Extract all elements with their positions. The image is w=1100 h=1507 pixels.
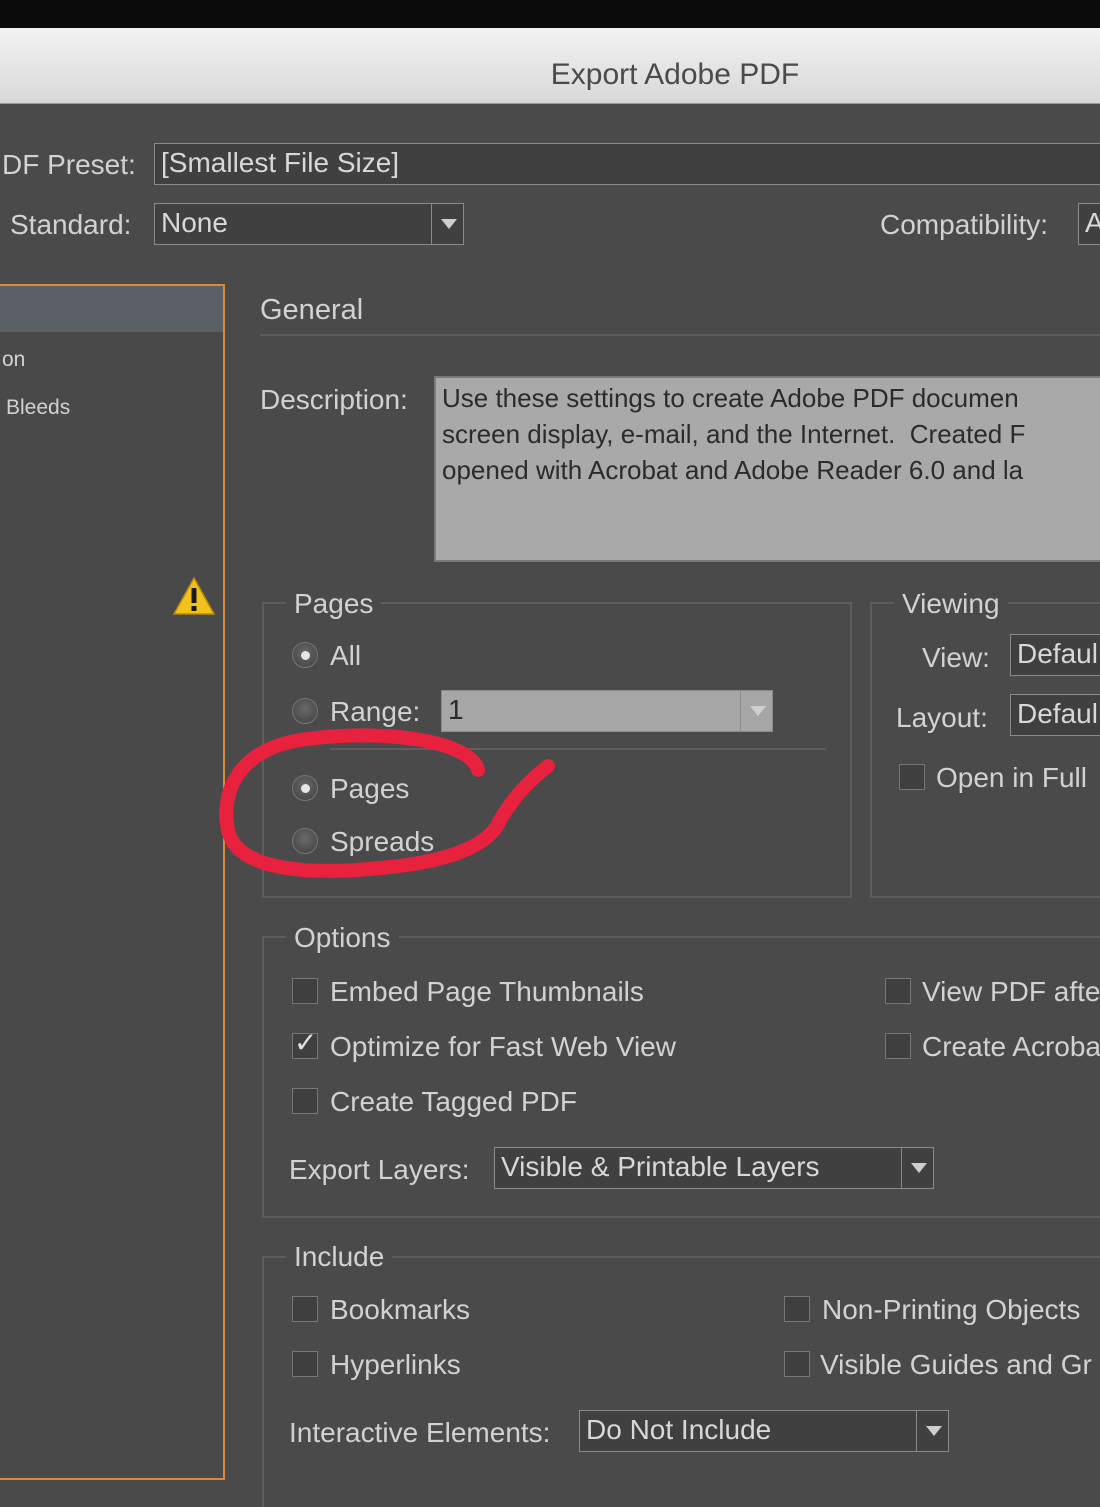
export-layers-value: Visible & Printable Layers [501, 1151, 820, 1182]
layout-value: Defaul [1017, 698, 1098, 729]
non-printing-label: Non-Printing Objects [822, 1294, 1081, 1325]
interactive-elements-dropdown[interactable]: Do Not Include [579, 1410, 949, 1452]
radio-range-label: Range: [330, 696, 421, 727]
hyperlinks-checkbox[interactable] [292, 1351, 318, 1377]
chevron-down-icon [740, 691, 772, 731]
section-title: General [260, 294, 364, 326]
tagged-pdf-checkbox[interactable] [292, 1088, 318, 1114]
range-value: 1 [448, 694, 464, 725]
compatibility-value: A [1085, 207, 1100, 238]
radio-pages-label: Pages [330, 773, 410, 804]
sidebar-item-general-selected[interactable] [0, 286, 223, 332]
pages-divider [330, 748, 826, 750]
window-title: Export Adobe PDF [550, 58, 800, 91]
standard-value: None [161, 207, 228, 238]
preset-dropdown[interactable]: [Smallest File Size] [154, 143, 1100, 185]
radio-all-label: All [330, 640, 362, 671]
description-label: Description: [260, 384, 408, 415]
hyperlinks-label: Hyperlinks [330, 1349, 461, 1380]
view-label: View: [922, 642, 990, 673]
range-input[interactable]: 1 [441, 690, 773, 732]
interactive-elements-value: Do Not Include [586, 1414, 772, 1445]
standard-dropdown[interactable]: None [154, 203, 464, 245]
bookmarks-label: Bookmarks [330, 1294, 471, 1325]
pages-group-title: Pages [286, 588, 382, 620]
interactive-elements-label: Interactive Elements: [289, 1417, 551, 1448]
export-pdf-dialog: Export Adobe PDF DF Preset: [Smallest Fi… [0, 28, 1100, 1507]
chevron-down-icon [916, 1411, 948, 1451]
radio-spreads-label: Spreads [330, 826, 435, 856]
sidebar-item-marks-bleeds[interactable]: Bleeds [6, 396, 70, 420]
warning-icon [172, 576, 216, 615]
optimize-web-checkbox[interactable] [292, 1026, 318, 1059]
viewing-group-title: Viewing [894, 588, 1008, 620]
non-printing-checkbox[interactable] [784, 1296, 810, 1322]
view-value: Defaul [1017, 638, 1098, 669]
visible-guides-checkbox[interactable] [784, 1351, 810, 1377]
embed-thumbnails-label: Embed Page Thumbnails [330, 976, 644, 1007]
tagged-pdf-label: Create Tagged PDF [330, 1086, 577, 1117]
radio-range[interactable] [292, 698, 318, 724]
preset-label: DF Preset: [2, 149, 136, 180]
title-bar: Export Adobe PDF [0, 28, 1100, 104]
embed-thumbnails-checkbox[interactable] [292, 978, 318, 1004]
chevron-down-icon [901, 1148, 933, 1188]
compatibility-dropdown[interactable]: A [1078, 203, 1100, 245]
layout-label: Layout: [896, 702, 988, 733]
export-layers-dropdown[interactable]: Visible & Printable Layers [494, 1147, 934, 1189]
open-full-label: Open in Full [936, 762, 1087, 793]
bookmarks-checkbox[interactable] [292, 1296, 318, 1322]
view-dropdown[interactable]: Defaul [1010, 634, 1100, 676]
view-pdf-after-checkbox[interactable] [885, 978, 911, 1004]
options-group-title: Options [286, 922, 399, 954]
sidebar-item-compression[interactable]: on [2, 348, 25, 372]
include-group-title: Include [286, 1241, 393, 1273]
view-pdf-after-label: View PDF afte [922, 976, 1100, 1007]
radio-spreads[interactable] [292, 828, 318, 854]
spreads-clip: Spreads [286, 824, 486, 856]
create-acrobat-label: Create Acroba [922, 1031, 1100, 1062]
preset-value: [Smallest File Size] [161, 147, 400, 178]
section-divider [260, 334, 1100, 336]
optimize-web-label: Optimize for Fast Web View [330, 1031, 676, 1062]
export-layers-label: Export Layers: [289, 1154, 470, 1185]
layout-dropdown[interactable]: Defaul [1010, 694, 1100, 736]
description-box: Use these settings to create Adobe PDF d… [434, 376, 1100, 562]
chevron-down-icon [431, 204, 463, 244]
radio-all[interactable] [292, 642, 318, 668]
open-full-checkbox[interactable] [899, 764, 925, 790]
standard-label: Standard: [10, 209, 132, 240]
compatibility-label: Compatibility: [880, 209, 1049, 240]
category-sidebar: on Bleeds [0, 284, 225, 1480]
radio-pages[interactable] [292, 775, 318, 801]
visible-guides-label: Visible Guides and Gr [820, 1349, 1092, 1380]
create-acrobat-checkbox[interactable] [885, 1033, 911, 1059]
